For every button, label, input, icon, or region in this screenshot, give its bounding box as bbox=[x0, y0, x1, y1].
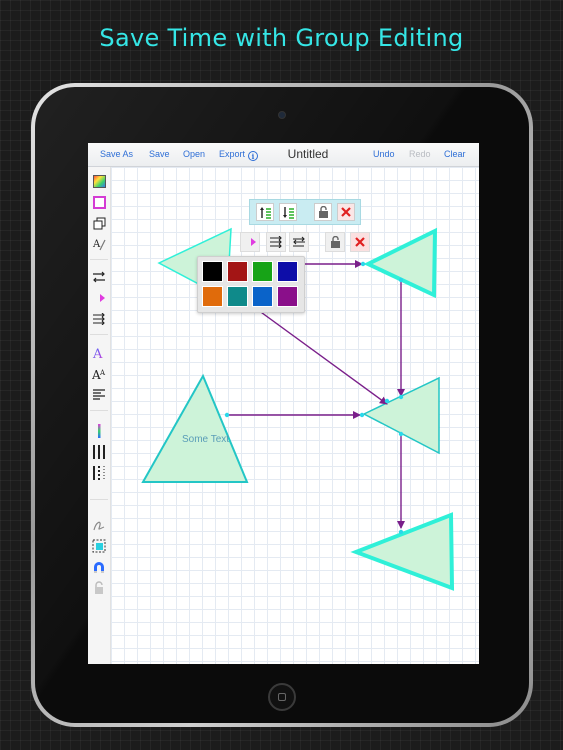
group-select-icon[interactable] bbox=[91, 538, 107, 554]
navigation-bar: Save As Save Open Export i Untitled Undo … bbox=[88, 143, 479, 167]
connection-point[interactable] bbox=[360, 261, 366, 267]
color-swatch[interactable] bbox=[227, 261, 248, 282]
connection-point[interactable] bbox=[398, 394, 404, 400]
floating-toolbar bbox=[249, 199, 361, 225]
svg-text:A: A bbox=[99, 369, 106, 377]
save-as-button[interactable]: Save As bbox=[100, 149, 133, 159]
toolbar-divider bbox=[90, 499, 108, 500]
connection-point[interactable] bbox=[359, 412, 365, 418]
line-style-icon[interactable] bbox=[91, 269, 107, 285]
delete-icon[interactable] bbox=[337, 203, 355, 221]
bring-forward-icon[interactable] bbox=[256, 203, 274, 221]
info-icon[interactable]: i bbox=[248, 151, 259, 161]
selection-toolbar bbox=[240, 232, 375, 254]
shape-text-label[interactable]: Some Text bbox=[182, 434, 229, 445]
home-square-icon bbox=[278, 693, 286, 701]
connection-point[interactable] bbox=[398, 529, 404, 535]
undo-button[interactable]: Undo bbox=[373, 149, 395, 159]
drawing-canvas[interactable]: Some Text bbox=[111, 167, 479, 664]
side-toolbar: A A AA bbox=[88, 167, 111, 664]
stroke-color-icon[interactable] bbox=[91, 194, 107, 210]
color-swatch[interactable] bbox=[277, 286, 298, 307]
color-swatch[interactable] bbox=[227, 286, 248, 307]
fill-color-icon[interactable] bbox=[91, 173, 107, 189]
toolbar-divider bbox=[90, 410, 108, 411]
open-button[interactable]: Open bbox=[183, 149, 205, 159]
arrow-swap-icon[interactable] bbox=[289, 232, 309, 252]
text-align-icon[interactable] bbox=[91, 387, 107, 403]
app-screen: Save As Save Open Export i Untitled Undo … bbox=[88, 143, 479, 664]
line-dot-icon[interactable] bbox=[91, 465, 107, 481]
font-color-icon[interactable]: A bbox=[91, 345, 107, 361]
arrow-color-icon[interactable] bbox=[240, 232, 260, 252]
send-backward-icon[interactable] bbox=[279, 203, 297, 221]
triangle-shape-bottom-right[interactable] bbox=[350, 512, 455, 591]
headline: Save Time with Group Editing bbox=[99, 24, 464, 52]
arrow-style-icon[interactable] bbox=[266, 232, 286, 252]
arrow-color-icon[interactable] bbox=[91, 290, 107, 306]
color-swatch[interactable] bbox=[202, 261, 223, 282]
connection-point[interactable] bbox=[384, 398, 390, 404]
save-button[interactable]: Save bbox=[149, 149, 170, 159]
freehand-pen-icon[interactable] bbox=[91, 517, 107, 533]
delete-icon[interactable] bbox=[350, 232, 370, 252]
triangle-shape-left[interactable] bbox=[141, 373, 249, 483]
lock-icon[interactable] bbox=[91, 580, 107, 596]
color-swatch[interactable] bbox=[252, 286, 273, 307]
connection-point[interactable] bbox=[398, 431, 404, 437]
clear-button[interactable]: Clear bbox=[444, 149, 466, 159]
export-button[interactable]: Export i bbox=[219, 149, 259, 161]
arrow-style-icon[interactable] bbox=[91, 311, 107, 327]
line-width-icon[interactable] bbox=[91, 423, 107, 439]
toolbar-divider bbox=[90, 259, 108, 260]
duplicate-icon[interactable] bbox=[91, 215, 107, 231]
color-swatch[interactable] bbox=[202, 286, 223, 307]
magnet-icon[interactable] bbox=[91, 559, 107, 575]
redo-button[interactable]: Redo bbox=[409, 149, 431, 159]
unlock-icon[interactable] bbox=[325, 232, 345, 252]
unlock-icon[interactable] bbox=[314, 203, 332, 221]
color-swatch[interactable] bbox=[252, 261, 273, 282]
svg-text:A: A bbox=[92, 239, 101, 250]
font-size-icon[interactable]: AA bbox=[91, 366, 107, 382]
color-palette-popover bbox=[197, 256, 305, 313]
line-dash-icon[interactable] bbox=[91, 444, 107, 460]
svg-text:A: A bbox=[92, 347, 103, 360]
connection-point[interactable] bbox=[224, 412, 230, 418]
camera-icon bbox=[278, 111, 286, 119]
connection-point[interactable] bbox=[398, 277, 404, 283]
export-label: Export bbox=[219, 149, 246, 159]
color-swatch[interactable] bbox=[277, 261, 298, 282]
document-title: Untitled bbox=[287, 147, 329, 161]
toolbar-divider bbox=[90, 334, 108, 335]
home-button[interactable] bbox=[268, 683, 296, 711]
text-style-icon[interactable]: A bbox=[91, 236, 107, 252]
